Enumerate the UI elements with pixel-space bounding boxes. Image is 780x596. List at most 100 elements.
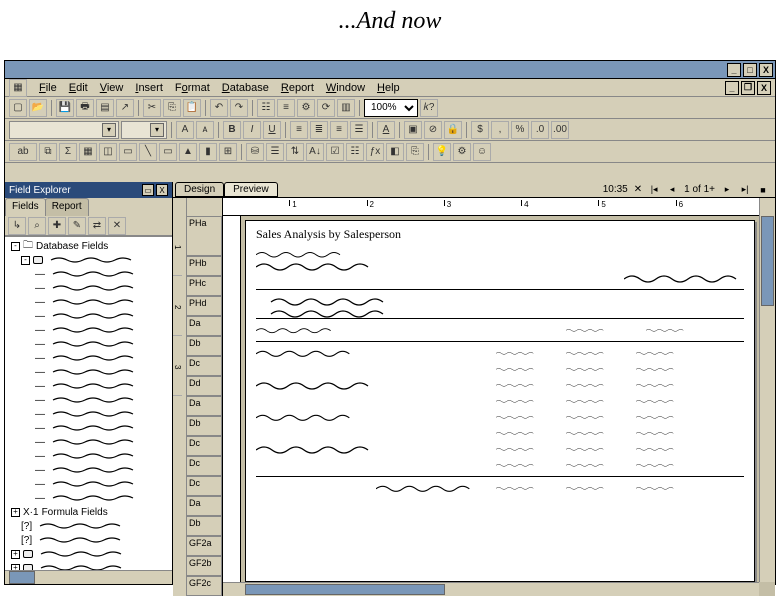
field-node[interactable] bbox=[48, 354, 138, 362]
percent-button[interactable]: % bbox=[511, 121, 529, 139]
open-button[interactable]: 📂 bbox=[29, 99, 47, 117]
maximize-button[interactable]: □ bbox=[743, 63, 757, 77]
report-field[interactable] bbox=[496, 412, 536, 422]
close-button[interactable]: X bbox=[759, 63, 773, 77]
report-field[interactable] bbox=[636, 396, 676, 406]
insert-text-button[interactable]: ab bbox=[9, 143, 37, 161]
field-node[interactable] bbox=[48, 452, 138, 460]
field-explorer-hscroll[interactable] bbox=[5, 570, 172, 584]
report-field[interactable] bbox=[636, 428, 676, 438]
sort-button[interactable]: ≡ bbox=[277, 99, 295, 117]
canvas-hscroll[interactable] bbox=[223, 582, 759, 596]
menu-database[interactable]: Database bbox=[222, 82, 269, 94]
report-field[interactable] bbox=[646, 325, 686, 335]
section-db2[interactable]: Db bbox=[187, 416, 222, 436]
field-node[interactable] bbox=[48, 396, 138, 404]
mdi-restore-button[interactable]: ❐ bbox=[741, 81, 755, 95]
insert-box-button[interactable]: ▭ bbox=[159, 143, 177, 161]
report-field[interactable] bbox=[256, 261, 376, 271]
report-field[interactable] bbox=[256, 380, 376, 390]
menu-help[interactable]: Help bbox=[377, 82, 400, 94]
tab-design[interactable]: Design bbox=[175, 182, 224, 197]
mdi-close-button[interactable]: X bbox=[757, 81, 771, 95]
tab-report[interactable]: Report bbox=[45, 198, 89, 216]
delete-button[interactable]: ✕ bbox=[108, 217, 126, 235]
mdi-minimize-button[interactable]: _ bbox=[725, 81, 739, 95]
section-dd[interactable]: Dd bbox=[187, 376, 222, 396]
field-node[interactable] bbox=[48, 438, 138, 446]
dec-decimal-button[interactable]: .00 bbox=[551, 121, 569, 139]
section-phc[interactable]: PHc bbox=[187, 276, 222, 296]
new-formula-button[interactable]: ✚ bbox=[48, 217, 66, 235]
menu-edit[interactable]: Edit bbox=[69, 82, 88, 94]
print-preview-button[interactable]: ▤ bbox=[96, 99, 114, 117]
section-phb[interactable]: PHb bbox=[187, 256, 222, 276]
chart-button[interactable]: ▥ bbox=[337, 99, 355, 117]
report-field[interactable] bbox=[566, 325, 606, 335]
insert-line-button[interactable]: ╲ bbox=[139, 143, 157, 161]
group-expert-button[interactable]: ☰ bbox=[266, 143, 284, 161]
section-dc4[interactable]: Dc bbox=[187, 476, 222, 496]
edit-button[interactable]: ✎ bbox=[68, 217, 86, 235]
report-field[interactable] bbox=[636, 380, 676, 390]
horizontal-ruler[interactable]: 1 2 3 4 5 6 bbox=[223, 198, 775, 216]
font-grow-button[interactable]: A bbox=[176, 121, 194, 139]
report-field[interactable] bbox=[566, 396, 606, 406]
field-node[interactable] bbox=[48, 466, 138, 474]
report-field[interactable] bbox=[496, 460, 536, 470]
insert-crosstab-button[interactable]: ▦ bbox=[79, 143, 97, 161]
section-db3[interactable]: Db bbox=[187, 516, 222, 536]
section-da2[interactable]: Da bbox=[187, 396, 222, 416]
alerts-button[interactable]: ☺ bbox=[473, 143, 491, 161]
inc-decimal-button[interactable]: .0 bbox=[531, 121, 549, 139]
record-sort-expert-button[interactable]: A↓ bbox=[306, 143, 324, 161]
insert-chart-button[interactable]: ▮ bbox=[199, 143, 217, 161]
last-page-button[interactable]: ▸| bbox=[739, 184, 751, 196]
field-node[interactable] bbox=[48, 368, 138, 376]
browse-button[interactable]: ⌕ bbox=[28, 217, 46, 235]
redo-button[interactable]: ↷ bbox=[230, 99, 248, 117]
section-expert-button[interactable]: ☷ bbox=[346, 143, 364, 161]
select-expert-button[interactable]: ⚙ bbox=[297, 99, 315, 117]
canvas-vscroll[interactable] bbox=[759, 198, 775, 582]
system-menu-icon[interactable]: ▦ bbox=[9, 79, 27, 97]
align-justify-button[interactable]: ☰ bbox=[350, 121, 368, 139]
report-field[interactable] bbox=[636, 412, 676, 422]
currency-button[interactable]: $ bbox=[471, 121, 489, 139]
database-fields-node[interactable]: Database Fields bbox=[36, 241, 108, 252]
new-button[interactable]: ▢ bbox=[9, 99, 27, 117]
report-field[interactable] bbox=[566, 428, 606, 438]
section-gf2a[interactable]: GF2a bbox=[187, 536, 222, 556]
close-tab-icon[interactable]: ✕ bbox=[634, 184, 642, 195]
section-dc2[interactable]: Dc bbox=[187, 436, 222, 456]
italic-button[interactable]: I bbox=[243, 121, 261, 139]
report-field[interactable] bbox=[496, 483, 536, 493]
report-field[interactable] bbox=[566, 348, 606, 358]
other-node[interactable] bbox=[36, 550, 126, 558]
save-button[interactable]: 💾 bbox=[56, 99, 74, 117]
insert-summary-button[interactable]: Σ bbox=[59, 143, 77, 161]
menu-report[interactable]: Report bbox=[281, 82, 314, 94]
menu-view[interactable]: View bbox=[100, 82, 124, 94]
font-select[interactable]: ▾ bbox=[9, 121, 119, 139]
report-field[interactable] bbox=[566, 380, 606, 390]
report-field[interactable] bbox=[256, 348, 356, 358]
insert-map-button[interactable]: ⊞ bbox=[219, 143, 237, 161]
report-field[interactable] bbox=[256, 308, 406, 318]
section-gf2c[interactable]: GF2c bbox=[187, 576, 222, 596]
database-expert-button[interactable]: ⛁ bbox=[246, 143, 264, 161]
section-da3[interactable]: Da bbox=[187, 496, 222, 516]
insert-olap-button[interactable]: ◫ bbox=[99, 143, 117, 161]
template-expert-button[interactable]: ⎘ bbox=[406, 143, 424, 161]
report-field[interactable] bbox=[256, 444, 376, 454]
report-field[interactable] bbox=[496, 428, 536, 438]
stop-button[interactable]: ■ bbox=[757, 184, 769, 196]
font-color-button[interactable]: A bbox=[377, 121, 395, 139]
field-explorer-dock-button[interactable]: ▭ bbox=[142, 184, 154, 196]
next-page-button[interactable]: ▸ bbox=[721, 184, 733, 196]
suppress-button[interactable]: ⊘ bbox=[424, 121, 442, 139]
report-field[interactable] bbox=[496, 396, 536, 406]
underline-button[interactable]: U bbox=[263, 121, 281, 139]
field-node[interactable] bbox=[48, 382, 138, 390]
undo-button[interactable]: ↶ bbox=[210, 99, 228, 117]
